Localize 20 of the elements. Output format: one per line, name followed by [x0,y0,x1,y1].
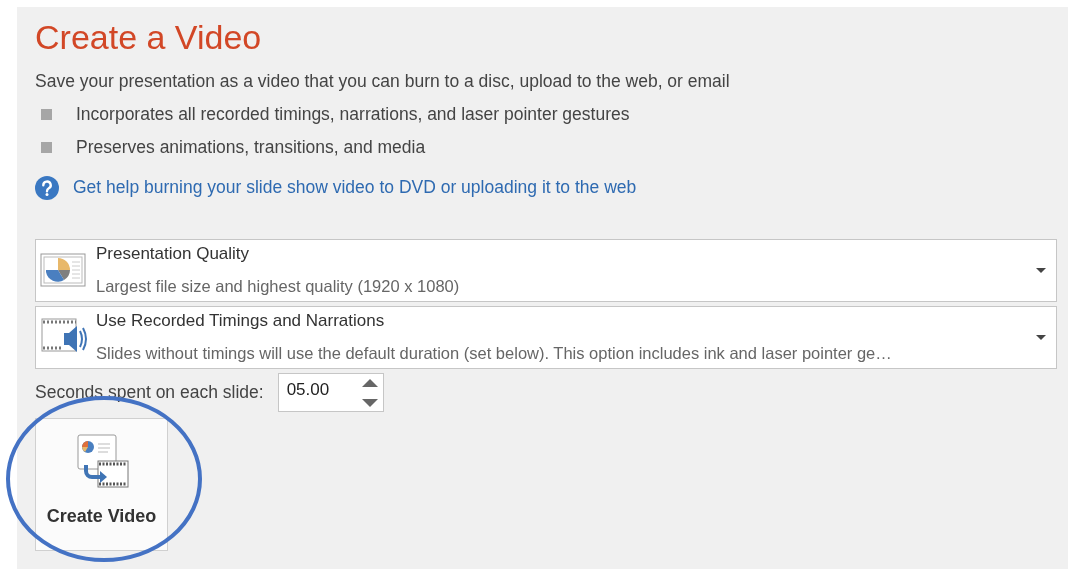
dropdown-label: Presentation Quality [96,243,251,266]
spin-arrows-icon[interactable] [360,376,379,409]
page-title: Create a Video [35,19,263,57]
caret-icon [1036,267,1046,273]
dropdown-label: Use Recorded Timings and Narrations [96,310,386,333]
help-icon [35,175,59,200]
create-video-button[interactable]: Create Video [35,417,168,551]
description-text: Save your presentation as a video that you can burn to a disc, upload to the web, or email [35,70,731,93]
settings-dropdown[interactable]: Use Recorded Timings and Narrations Slides without timings will use the default duration (set below). This option includes ink and laser pointer ge… [35,305,1057,369]
seconds-spinner[interactable]: 05.00 [277,372,384,412]
seconds-label: Seconds spent on each slide: [35,381,264,404]
help-link[interactable]: Get help burning your slide show video to DVD or uploading it to the web [73,174,637,201]
dropdown-detail: Slides without timings will use the default duration (set below). This option includes ink and laser pointer ge… [96,343,893,365]
bullet-text: Preserves animations, transitions, and media [76,136,426,159]
bullet-icon [41,108,52,120]
caret-icon [1036,334,1046,340]
settings-dropdown[interactable]: Presentation Quality Largest file size and highest quality (1920 x 1080) [35,238,1057,302]
bullet-text: Incorporates all recorded timings, narrations, and laser pointer gestures [76,103,630,126]
dropdown-detail: Largest file size and highest quality (1920 x 1080) [96,276,461,298]
bullet-icon [41,141,52,153]
